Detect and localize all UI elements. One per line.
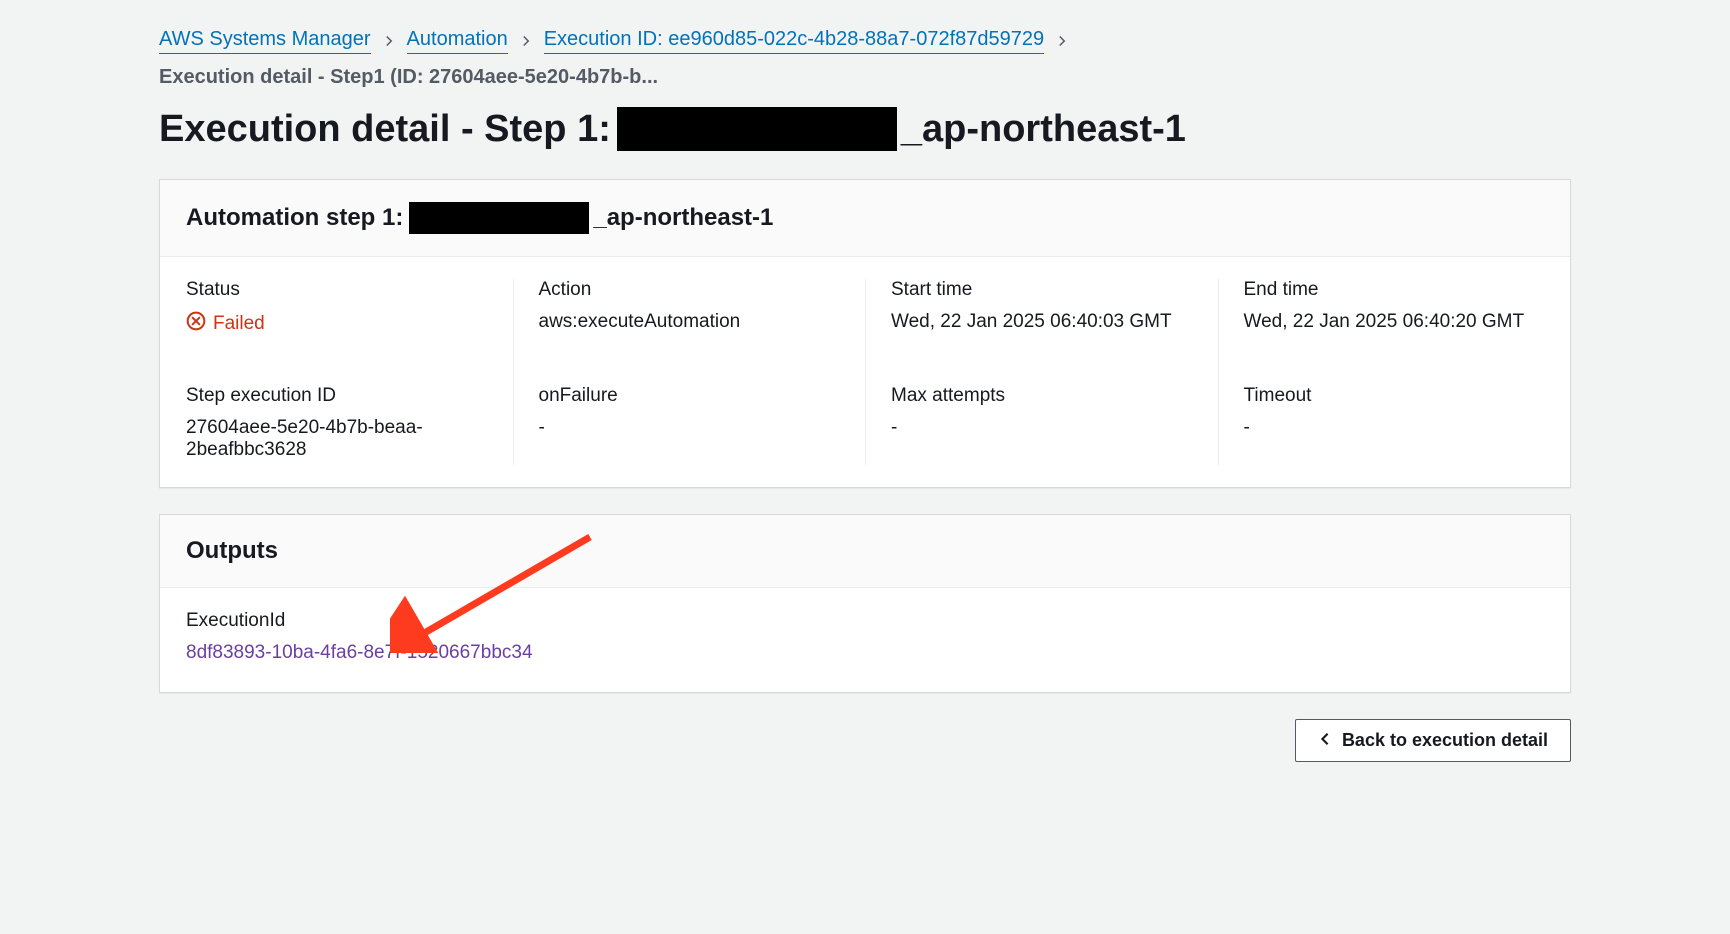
- field-max-attempts: Max attempts -: [865, 363, 1218, 487]
- action-value: aws:executeAutomation: [539, 311, 840, 333]
- back-button-label: Back to execution detail: [1342, 730, 1548, 751]
- step-header-prefix: Automation step 1:: [186, 204, 403, 232]
- automation-step-panel: Automation step 1: _ap-northeast-1 Statu…: [159, 179, 1571, 488]
- breadcrumb-link-systems-manager[interactable]: AWS Systems Manager: [159, 28, 371, 54]
- chevron-right-icon: [520, 30, 532, 53]
- chevron-left-icon: [1318, 730, 1332, 751]
- end-time-value: Wed, 22 Jan 2025 06:40:20 GMT: [1244, 311, 1545, 333]
- page-actions: Back to execution detail: [159, 719, 1571, 762]
- on-failure-value: -: [539, 417, 840, 439]
- outputs-header: Outputs: [186, 537, 1544, 565]
- status-badge: Failed: [186, 311, 265, 337]
- status-label: Status: [186, 279, 487, 301]
- field-on-failure: onFailure -: [513, 363, 866, 487]
- execution-id-label: ExecutionId: [186, 610, 865, 632]
- action-label: Action: [539, 279, 840, 301]
- breadcrumb: AWS Systems Manager Automation Execution…: [159, 28, 1571, 89]
- chevron-right-icon: [1056, 30, 1068, 53]
- step-exec-id-label: Step execution ID: [186, 385, 487, 407]
- panel-header: Automation step 1: _ap-northeast-1: [160, 180, 1570, 257]
- details-grid: Status Failed Action aws:executeAutomati…: [160, 257, 1570, 487]
- max-attempts-label: Max attempts: [891, 385, 1192, 407]
- execution-id-link[interactable]: 8df83893-10ba-4fa6-8e7f-1520667bbc34: [186, 642, 533, 663]
- field-status: Status Failed: [160, 257, 513, 363]
- end-time-label: End time: [1244, 279, 1545, 301]
- step-exec-id-value: 27604aee-5e20-4b7b-beaa-2beafbbc3628: [186, 417, 487, 461]
- output-execution-id: ExecutionId 8df83893-10ba-4fa6-8e7f-1520…: [186, 610, 865, 664]
- redacted-block: [617, 107, 897, 151]
- page-title-suffix: _ap-northeast-1: [901, 108, 1186, 151]
- timeout-label: Timeout: [1244, 385, 1545, 407]
- status-value: Failed: [213, 313, 265, 335]
- field-action: Action aws:executeAutomation: [513, 257, 866, 363]
- field-end-time: End time Wed, 22 Jan 2025 06:40:20 GMT: [1218, 257, 1571, 363]
- step-header-suffix: _ap-northeast-1: [593, 204, 773, 232]
- field-start-time: Start time Wed, 22 Jan 2025 06:40:03 GMT: [865, 257, 1218, 363]
- breadcrumb-link-automation[interactable]: Automation: [407, 28, 508, 54]
- timeout-value: -: [1244, 417, 1545, 439]
- error-circle-icon: [186, 311, 206, 337]
- redacted-block: [409, 202, 589, 234]
- back-to-execution-detail-button[interactable]: Back to execution detail: [1295, 719, 1571, 762]
- on-failure-label: onFailure: [539, 385, 840, 407]
- start-time-label: Start time: [891, 279, 1192, 301]
- field-timeout: Timeout -: [1218, 363, 1571, 487]
- panel-header: Outputs: [160, 515, 1570, 588]
- breadcrumb-current: Execution detail - Step1 (ID: 27604aee-5…: [159, 66, 658, 89]
- start-time-value: Wed, 22 Jan 2025 06:40:03 GMT: [891, 311, 1192, 333]
- breadcrumb-link-execution-id[interactable]: Execution ID: ee960d85-022c-4b28-88a7-07…: [544, 28, 1044, 54]
- field-step-execution-id: Step execution ID 27604aee-5e20-4b7b-bea…: [160, 363, 513, 487]
- outputs-panel: Outputs ExecutionId 8df83893-10ba-4fa6-8…: [159, 514, 1571, 693]
- page-title-prefix: Execution detail - Step 1:: [159, 108, 611, 151]
- page-title: Execution detail - Step 1: _ap-northeast…: [159, 107, 1571, 151]
- chevron-right-icon: [383, 30, 395, 53]
- max-attempts-value: -: [891, 417, 1192, 439]
